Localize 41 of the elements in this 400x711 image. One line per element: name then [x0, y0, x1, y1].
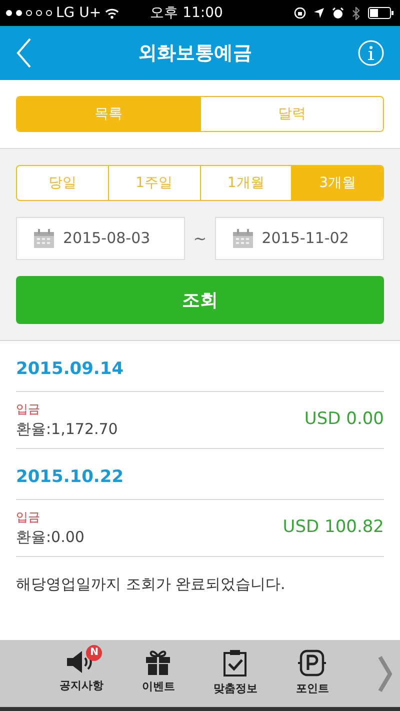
page-title: 외화보통예금 [138, 40, 252, 66]
back-icon[interactable] [16, 38, 32, 68]
completion-message: 해당영업일까지 조회가 완료되었습니다. [16, 574, 286, 595]
rotation-lock-icon [294, 7, 306, 19]
transaction-amount: USD 100.82 [282, 516, 384, 539]
exchange-rate: 환율:0.00 [16, 526, 84, 548]
nav-item[interactable]: 포인트 [296, 649, 329, 698]
info-icon[interactable] [358, 40, 384, 66]
calendar-icon [232, 228, 254, 248]
nav-item[interactable]: 이벤트 [142, 649, 175, 698]
transaction-amount: USD 0.00 [304, 408, 384, 431]
date-field[interactable]: 2015-08-03 [16, 217, 186, 260]
tab[interactable]: 1개월 [200, 166, 292, 200]
alarm-icon [332, 7, 344, 19]
bluetooth-icon [352, 6, 360, 20]
battery-icon [368, 7, 394, 19]
tab[interactable]: 목록 [17, 97, 200, 131]
point-icon [298, 649, 326, 678]
nav-item[interactable]: 맞춤정보 [213, 649, 258, 698]
status-time: 오후 11:00 [149, 4, 224, 22]
transaction-date: 2015.10.22 [16, 466, 125, 489]
notification-badge: N [86, 645, 102, 662]
tab[interactable]: 당일 [17, 166, 108, 200]
signal-icon [6, 10, 52, 16]
next-icon[interactable] [378, 656, 392, 692]
tab[interactable]: 1주일 [108, 166, 200, 200]
clipboard-icon [223, 649, 248, 678]
calendar-icon [33, 228, 55, 248]
carrier-name: LG U+ [56, 4, 102, 22]
range-separator: ~ [193, 228, 207, 250]
wifi-icon [105, 8, 120, 18]
transaction-type: 입금 [16, 400, 41, 418]
tab[interactable]: 달력 [200, 97, 383, 131]
tab[interactable]: 3개월 [291, 166, 383, 200]
exchange-rate: 환율:1,172.70 [16, 418, 118, 440]
location-icon [314, 8, 324, 18]
search-button[interactable]: 조회 [16, 276, 384, 324]
transaction-date: 2015.09.14 [16, 358, 125, 381]
date-field[interactable]: 2015-11-02 [214, 217, 384, 260]
transaction-type: 입금 [16, 508, 41, 526]
gift-icon [145, 649, 172, 676]
